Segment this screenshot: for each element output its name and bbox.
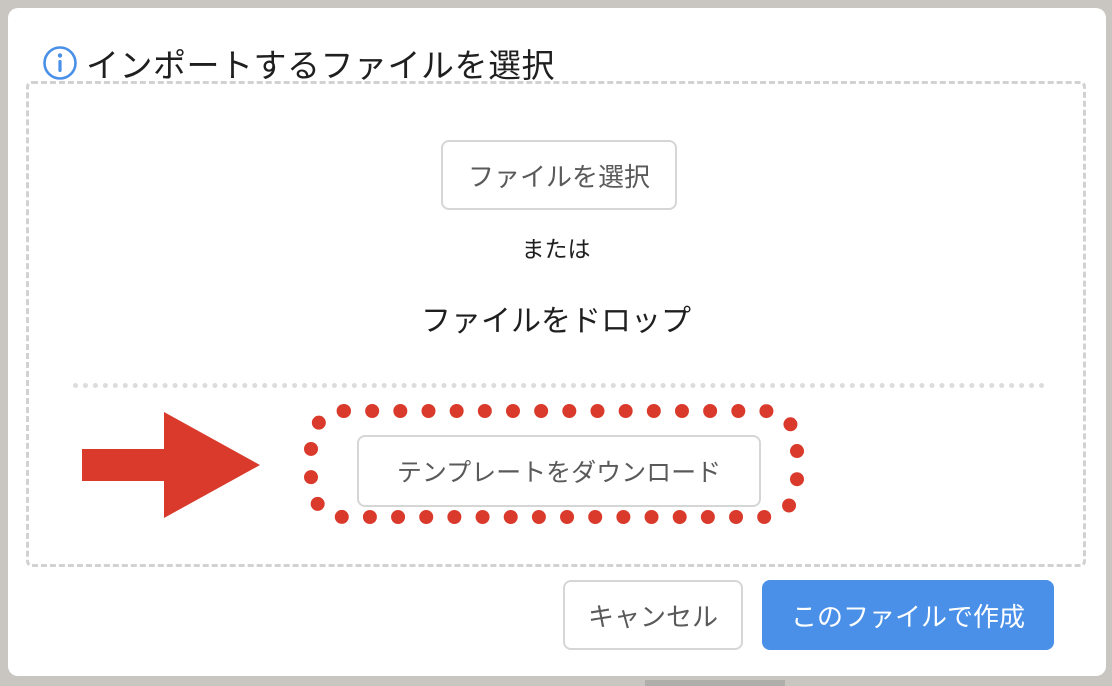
bottom-handle <box>645 680 785 686</box>
import-dialog: インポートするファイルを選択 ファイルを選択 または ファイルをドロップ テンプ… <box>8 8 1106 676</box>
cancel-button[interactable]: キャンセル <box>563 580 743 650</box>
or-text: または <box>521 237 591 263</box>
create-with-file-button[interactable]: このファイルで作成 <box>762 580 1054 650</box>
download-template-button[interactable]: テンプレートをダウンロード <box>357 435 761 507</box>
arrow-right-icon <box>82 412 260 518</box>
divider <box>73 383 1045 388</box>
dialog-title: インポートするファイルを選択 <box>86 46 555 85</box>
info-icon <box>43 46 77 80</box>
drop-file-text: ファイルをドロップ <box>421 304 691 339</box>
select-file-button[interactable]: ファイルを選択 <box>441 140 677 210</box>
